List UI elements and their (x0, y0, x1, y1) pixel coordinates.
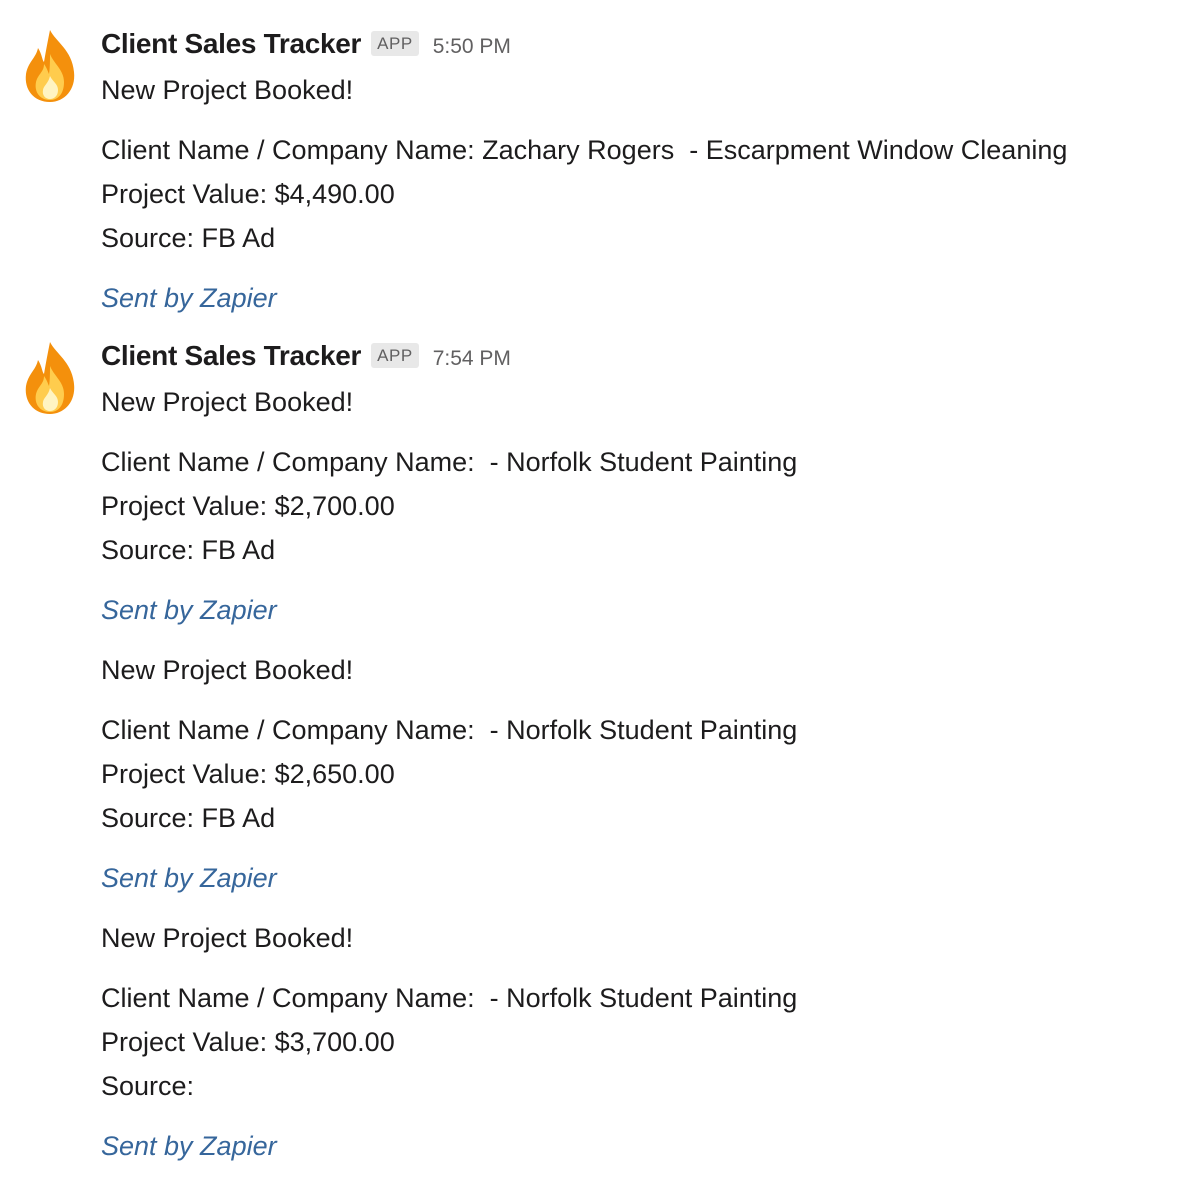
message-heading: New Project Booked! (101, 387, 354, 417)
message-heading: New Project Booked! (101, 75, 354, 105)
client-name-line: Client Name / Company Name: - Norfolk St… (101, 447, 798, 477)
message-timestamp[interactable]: 7:54 PM (433, 347, 511, 371)
client-name-line: Client Name / Company Name: - Norfolk St… (101, 983, 798, 1013)
project-value-line: Project Value: $2,700.00 (101, 491, 395, 521)
sent-by-zapier-link[interactable]: Sent by Zapier (101, 1130, 277, 1162)
sent-by-zapier-link[interactable]: Sent by Zapier (101, 862, 277, 894)
sender-name[interactable]: Client Sales Tracker (101, 340, 361, 372)
app-badge: APP (371, 31, 419, 56)
project-value-line: Project Value: $3,700.00 (101, 1027, 395, 1057)
message-header: Client Sales Tracker APP 5:50 PM (101, 28, 511, 60)
sent-by-zapier-link[interactable]: Sent by Zapier (101, 282, 277, 314)
source-line: Source: FB Ad (101, 803, 276, 833)
client-name-line: Client Name / Company Name: Zachary Roge… (101, 135, 1068, 165)
project-value-line: Project Value: $4,490.00 (101, 179, 395, 209)
message-heading: New Project Booked! (101, 923, 354, 953)
message-header: Client Sales Tracker APP 7:54 PM (101, 340, 511, 372)
message-timestamp[interactable]: 5:50 PM (433, 35, 511, 59)
app-badge: APP (371, 343, 419, 368)
source-line: Source: (101, 1071, 195, 1101)
message-heading: New Project Booked! (101, 655, 354, 685)
project-value-line: Project Value: $2,650.00 (101, 759, 395, 789)
source-line: Source: FB Ad (101, 535, 276, 565)
sent-by-zapier-link[interactable]: Sent by Zapier (101, 594, 277, 626)
sender-name[interactable]: Client Sales Tracker (101, 28, 361, 60)
client-name-line: Client Name / Company Name: - Norfolk St… (101, 715, 798, 745)
source-line: Source: FB Ad (101, 223, 276, 253)
fire-icon[interactable] (20, 28, 80, 104)
fire-icon[interactable] (20, 340, 80, 416)
